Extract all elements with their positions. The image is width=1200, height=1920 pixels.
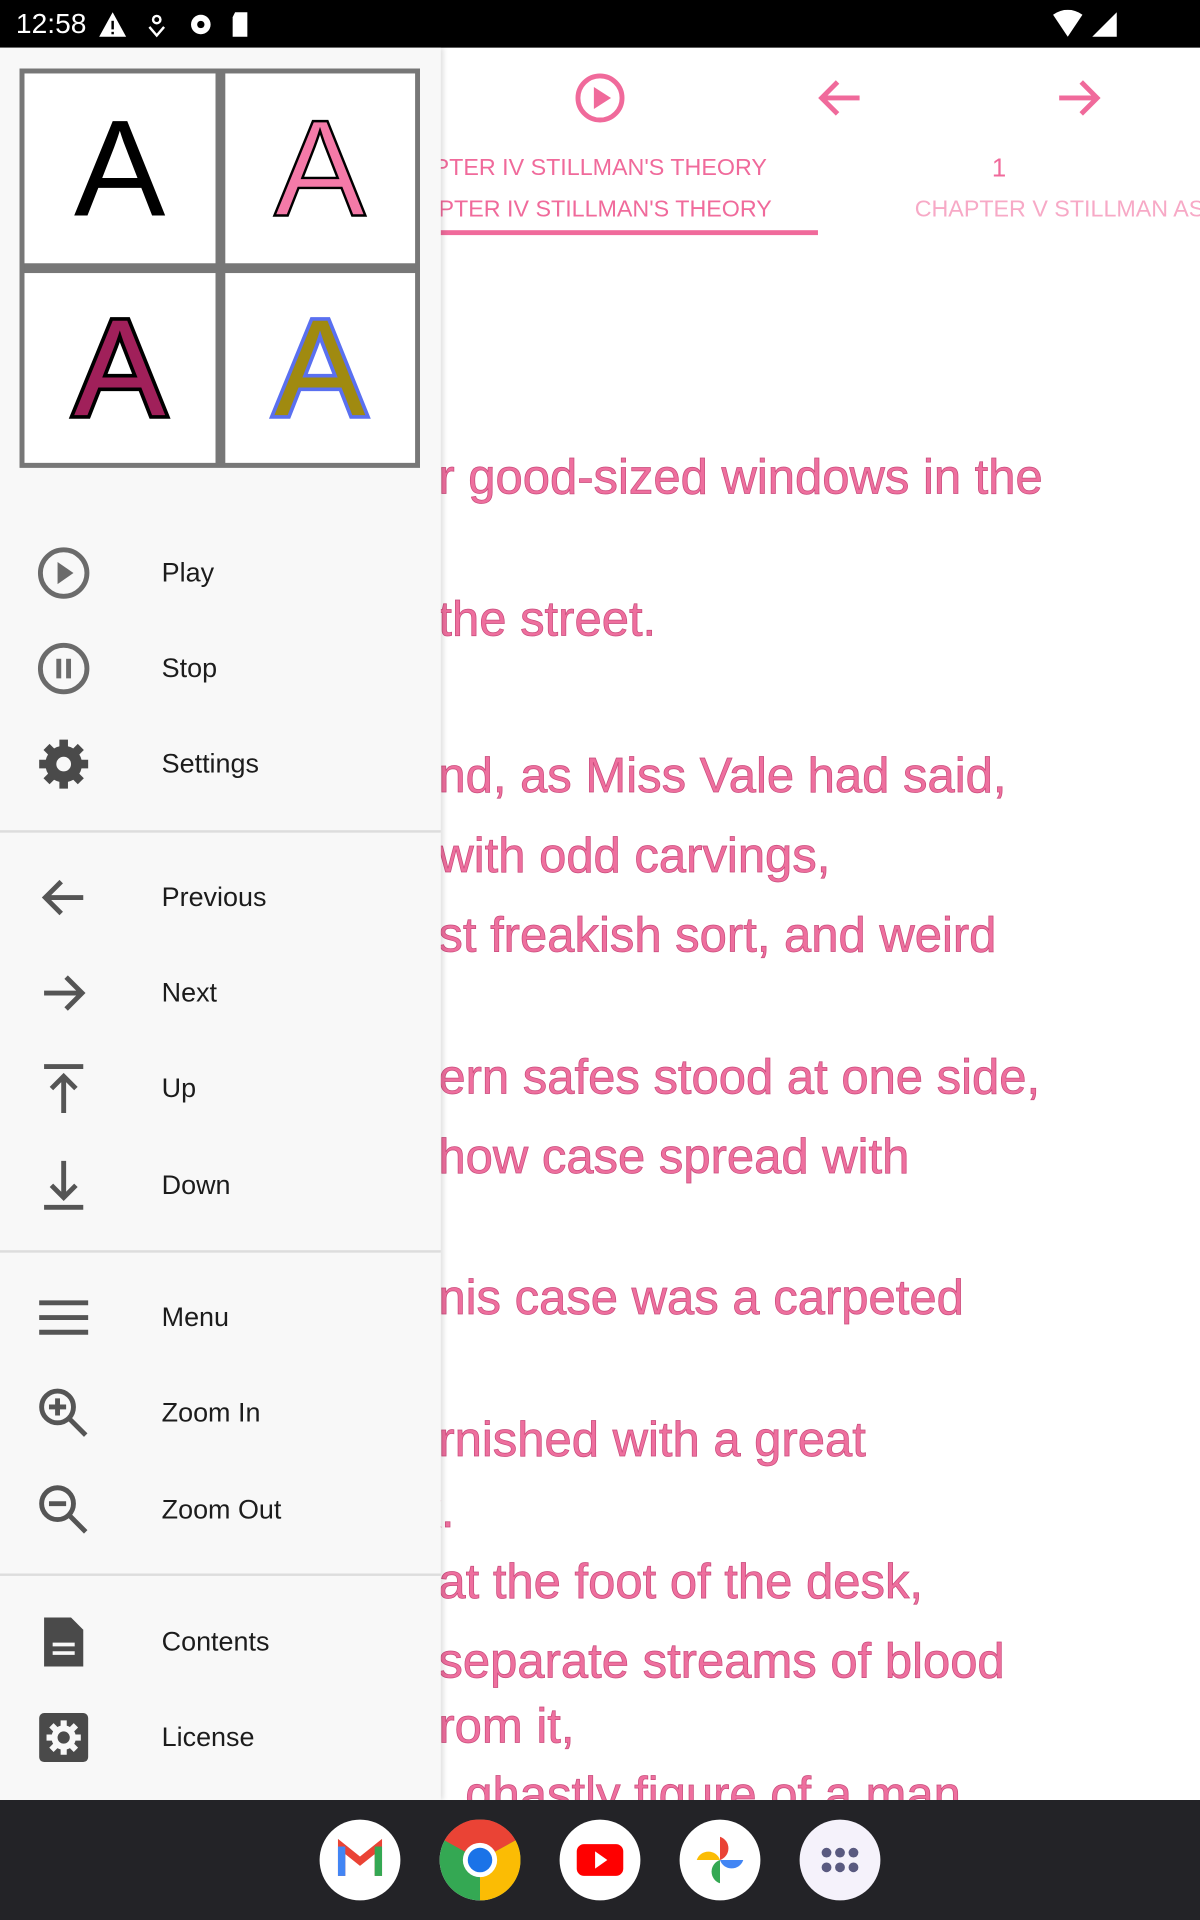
menu-item-zoom-in[interactable]: Zoom In xyxy=(0,1365,441,1461)
text-line: rom it, xyxy=(438,1699,575,1754)
divider xyxy=(0,830,441,833)
text-line: ern safes stood at one side, xyxy=(438,1050,1041,1105)
menu-item-settings[interactable]: Settings xyxy=(0,716,441,812)
style-olive-blue[interactable]: A xyxy=(224,273,416,463)
status-notification-icons xyxy=(99,12,248,38)
menu-item-down[interactable]: Down xyxy=(0,1138,441,1234)
page-number: 1 xyxy=(991,154,1007,183)
menu-item-contents[interactable]: Contents xyxy=(0,1594,441,1690)
gear-box-icon xyxy=(39,1713,89,1763)
tab-current-chapter[interactable]: CHAPTER IV STILLMAN'S THEORY xyxy=(389,197,771,224)
play-circle-icon[interactable] xyxy=(571,69,630,128)
arrow-up-bar-icon xyxy=(44,1064,84,1114)
document-icon xyxy=(44,1617,84,1667)
text-line: nd, as Miss Vale had said, xyxy=(438,749,1007,804)
text-line: rnished with a great xyxy=(438,1413,866,1468)
play-circle-icon xyxy=(37,547,90,599)
divider xyxy=(0,1573,441,1576)
zoom-in-icon xyxy=(39,1388,88,1437)
text-line: nis case was a carpeted xyxy=(438,1271,964,1326)
font-style-picker: A A A A xyxy=(19,68,421,468)
menu-item-play[interactable]: Play xyxy=(0,525,441,621)
navigation-drawer: A A A A Play Stop Settings Previous Next… xyxy=(0,47,441,1801)
style-pink[interactable]: A xyxy=(224,73,416,264)
chrome-app-icon[interactable] xyxy=(439,1819,521,1901)
text-line: how case spread with xyxy=(438,1130,910,1185)
photos-app-icon[interactable] xyxy=(679,1819,761,1901)
arrow-right-icon[interactable] xyxy=(1049,69,1108,128)
menu-item-stop[interactable]: Stop xyxy=(0,621,441,717)
status-bar: 12:58 xyxy=(0,0,1200,48)
menu-icon xyxy=(39,1300,89,1335)
divider xyxy=(0,1250,441,1253)
clock: 12:58 xyxy=(15,7,87,40)
menu-item-previous[interactable]: Previous xyxy=(0,850,441,946)
style-outlined-crimson[interactable]: A xyxy=(24,273,215,463)
chapter-title: CHAPTER IV STILLMAN'S THEORY xyxy=(384,155,767,182)
wifi-signal-icons xyxy=(1053,9,1117,37)
text-line: separate streams of blood xyxy=(438,1634,1005,1689)
text-line: r good-sized windows in the xyxy=(438,450,1043,505)
arrow-left-icon xyxy=(41,879,84,916)
text-line: st freakish sort, and weird xyxy=(438,908,997,963)
menu-item-menu[interactable]: Menu xyxy=(0,1270,441,1366)
text-line: the street. xyxy=(438,592,657,647)
pause-circle-icon xyxy=(37,642,90,695)
gear-icon xyxy=(39,739,89,789)
menu-item-next[interactable]: Next xyxy=(0,945,441,1041)
menu-item-up[interactable]: Up xyxy=(0,1041,441,1137)
arrow-right-icon xyxy=(44,975,86,1011)
youtube-app-icon[interactable] xyxy=(559,1819,641,1901)
menu-item-zoom-out[interactable]: Zoom Out xyxy=(0,1462,441,1558)
menu-item-license[interactable]: License xyxy=(0,1690,441,1786)
gmail-app-icon[interactable] xyxy=(319,1819,401,1901)
tab-next-chapter[interactable]: CHAPTER V STILLMAN AS xyxy=(915,197,1200,224)
arrow-left-icon[interactable] xyxy=(811,69,870,128)
text-line: with odd carvings, xyxy=(438,828,831,884)
app-drawer-icon[interactable] xyxy=(799,1819,881,1901)
style-black[interactable]: A xyxy=(24,73,215,264)
tab-indicator xyxy=(416,230,818,236)
zoom-out-icon xyxy=(39,1485,88,1534)
dock xyxy=(0,1800,1200,1920)
text-line: at the foot of the desk, xyxy=(438,1555,924,1610)
arrow-down-bar-icon xyxy=(44,1160,84,1210)
